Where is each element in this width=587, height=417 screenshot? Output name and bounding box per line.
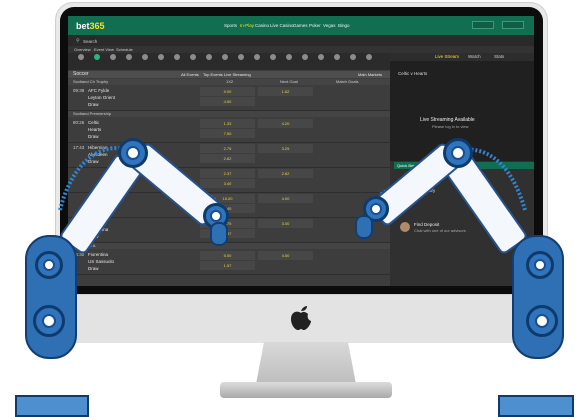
right-robot-gripper: [355, 215, 373, 239]
left-robot-base: [25, 235, 77, 359]
right-robot-elbow-joint: [443, 138, 473, 168]
right-robot-base: [512, 235, 564, 359]
left-robot-gripper: [210, 222, 228, 246]
left-robot-foot: [15, 395, 89, 417]
right-robot-foot: [498, 395, 574, 417]
left-robot-elbow-joint: [118, 138, 148, 168]
